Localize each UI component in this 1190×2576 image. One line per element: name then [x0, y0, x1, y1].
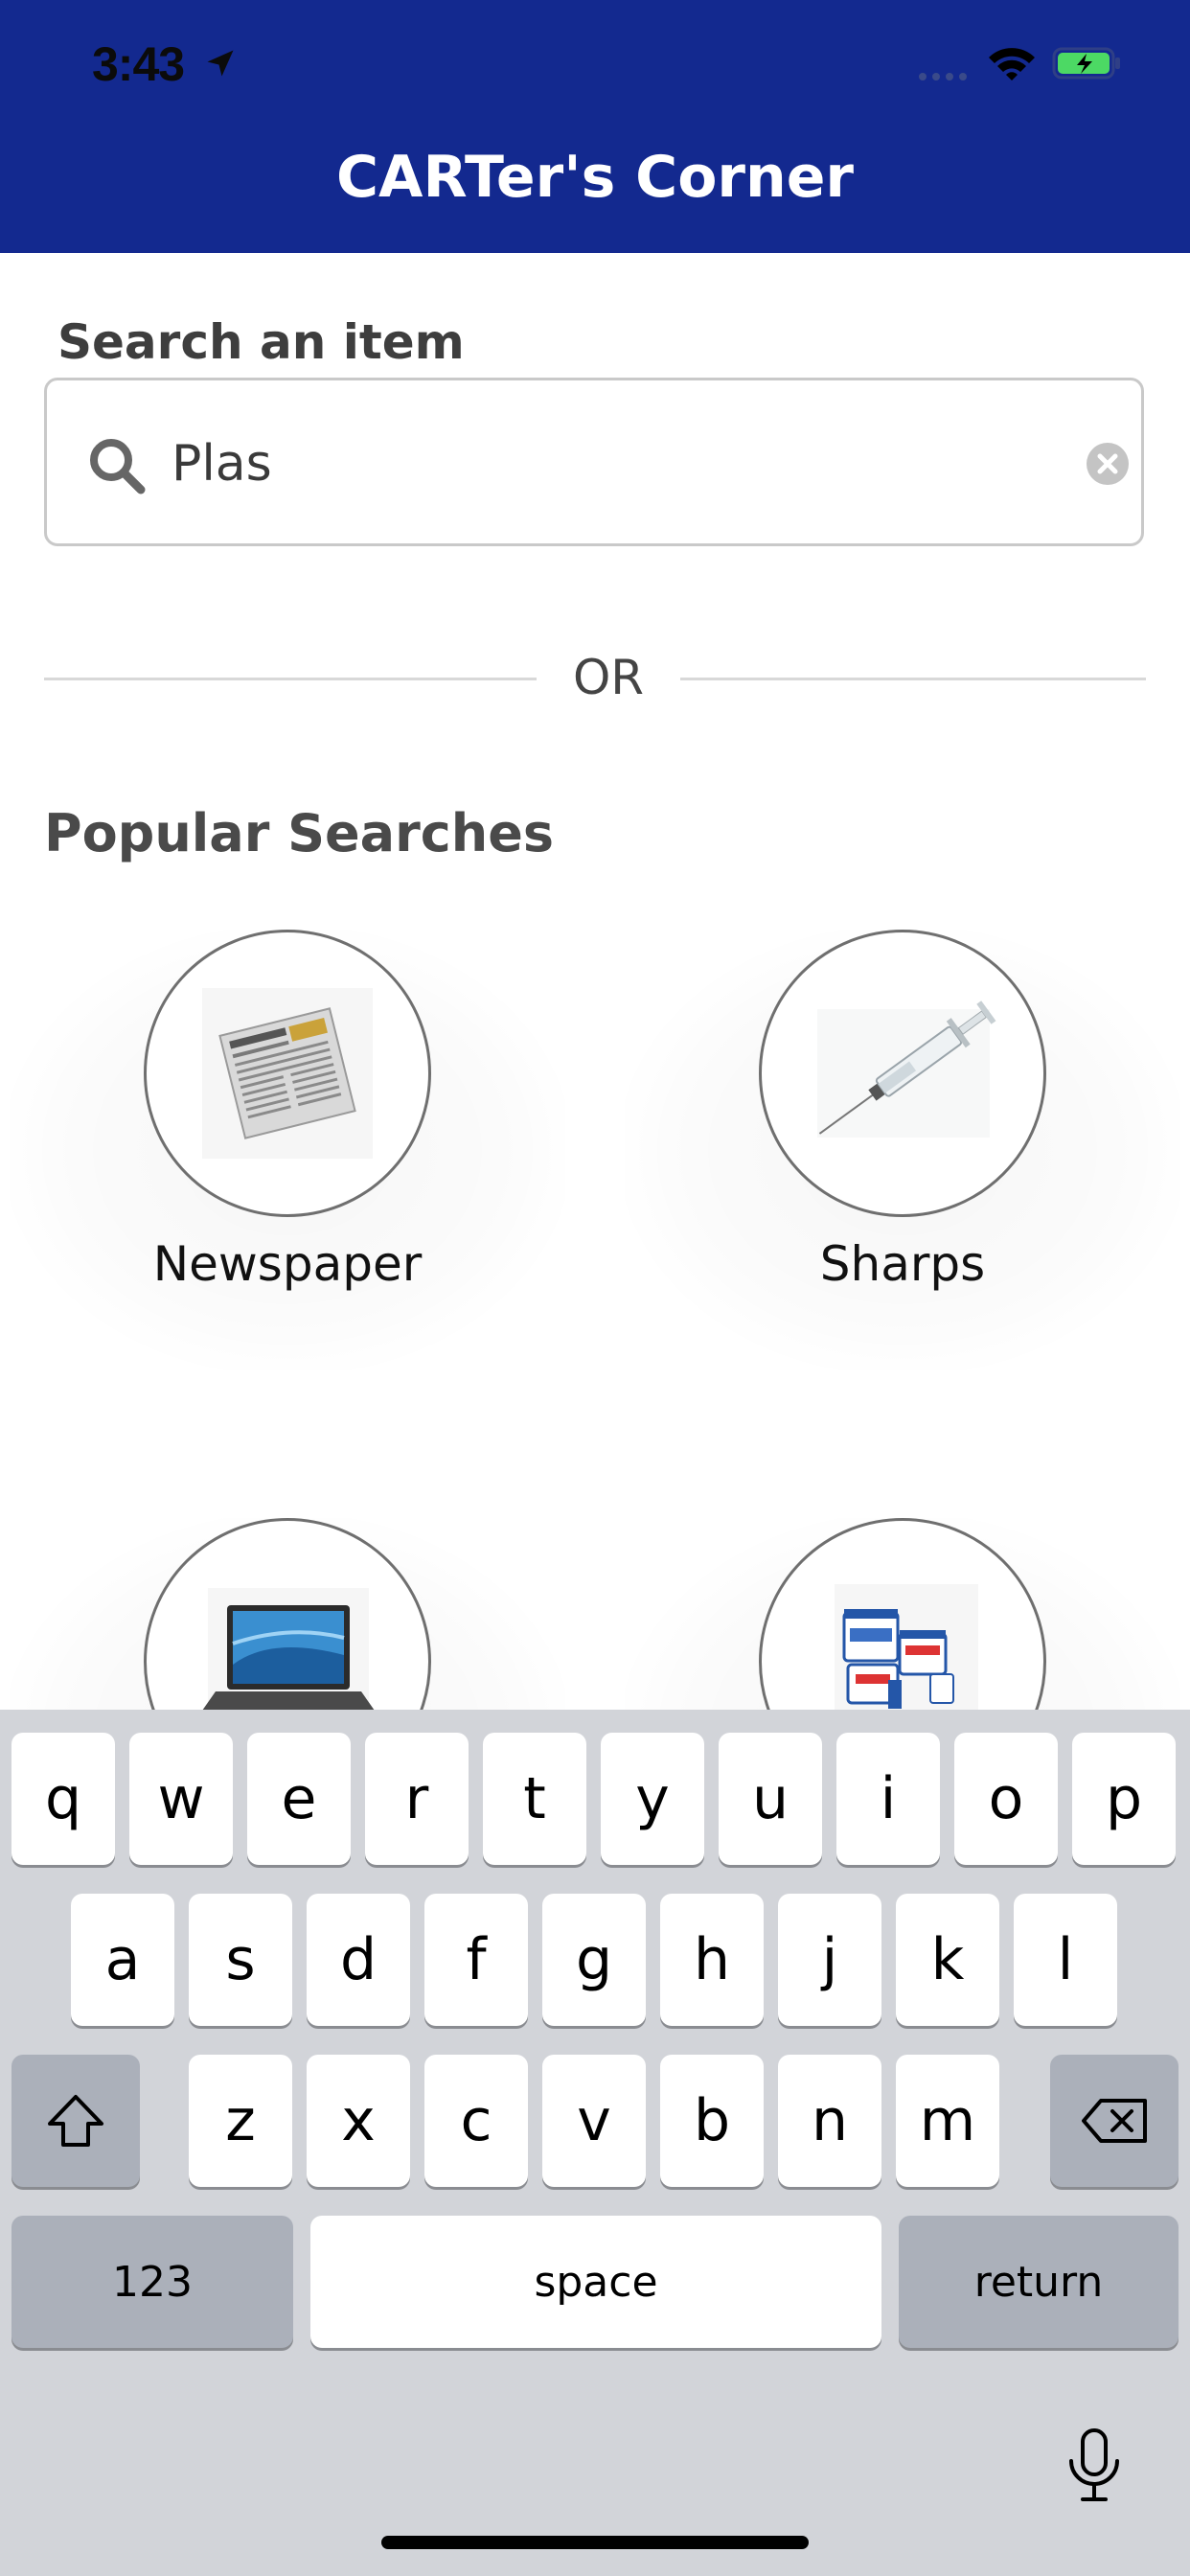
key-e[interactable]: e	[247, 1733, 351, 1865]
wifi-icon	[989, 48, 1035, 80]
app-header: 3:43 CARTer's Corner	[0, 0, 1190, 253]
key-a[interactable]: a	[71, 1894, 174, 2026]
divider-line-left	[44, 678, 537, 680]
key-d[interactable]: d	[307, 1894, 410, 2026]
cellular-signal-icon	[919, 73, 967, 80]
popular-item-sharps[interactable]: Sharps	[615, 930, 1190, 1390]
delete-key[interactable]	[1050, 2055, 1179, 2187]
divider-line-right	[680, 678, 1146, 680]
key-h[interactable]: h	[660, 1894, 764, 2026]
shift-key[interactable]	[11, 2055, 140, 2187]
search-icon	[90, 439, 146, 494]
or-divider-text: OR	[572, 650, 645, 705]
search-label: Search an item	[57, 314, 465, 370]
key-c[interactable]: c	[424, 2055, 528, 2187]
key-r[interactable]: r	[365, 1733, 469, 1865]
status-time: 3:43	[92, 37, 185, 91]
key-v[interactable]: v	[542, 2055, 646, 2187]
key-i[interactable]: i	[836, 1733, 940, 1865]
key-j[interactable]: j	[778, 1894, 881, 2026]
key-w[interactable]: w	[129, 1733, 233, 1865]
key-b[interactable]: b	[660, 2055, 764, 2187]
popular-item-label: Sharps	[819, 1236, 986, 1292]
syringe-image	[759, 930, 1046, 1217]
battery-icon	[1052, 47, 1120, 80]
clear-text-icon[interactable]	[1086, 442, 1130, 486]
key-t[interactable]: t	[483, 1733, 586, 1865]
shift-icon	[48, 2095, 103, 2147]
key-x[interactable]: x	[307, 2055, 410, 2187]
key-z[interactable]: z	[189, 2055, 292, 2187]
popular-searches-title: Popular Searches	[44, 803, 554, 863]
popular-item-label: Newspaper	[152, 1236, 423, 1292]
key-s[interactable]: s	[189, 1894, 292, 2026]
backspace-icon	[1082, 2099, 1147, 2143]
home-indicator	[381, 2536, 809, 2549]
space-key[interactable]: space	[310, 2216, 881, 2348]
search-box[interactable]	[44, 378, 1144, 546]
return-key[interactable]: return	[899, 2216, 1179, 2348]
microphone-icon[interactable]	[1065, 2426, 1123, 2505]
key-l[interactable]: l	[1014, 1894, 1117, 2026]
key-o[interactable]: o	[954, 1733, 1058, 1865]
numbers-key[interactable]: 123	[11, 2216, 293, 2348]
location-arrow-icon	[207, 50, 234, 77]
key-q[interactable]: q	[11, 1733, 115, 1865]
newspaper-image	[144, 930, 431, 1217]
key-f[interactable]: f	[424, 1894, 528, 2026]
key-u[interactable]: u	[719, 1733, 822, 1865]
key-n[interactable]: n	[778, 2055, 881, 2187]
key-p[interactable]: p	[1072, 1733, 1176, 1865]
app-title: CARTer's Corner	[335, 144, 855, 211]
key-g[interactable]: g	[542, 1894, 646, 2026]
key-y[interactable]: y	[601, 1733, 704, 1865]
key-m[interactable]: m	[896, 2055, 999, 2187]
popular-item-newspaper[interactable]: Newspaper	[0, 930, 575, 1390]
search-input[interactable]	[172, 421, 1015, 507]
key-k[interactable]: k	[896, 1894, 999, 2026]
